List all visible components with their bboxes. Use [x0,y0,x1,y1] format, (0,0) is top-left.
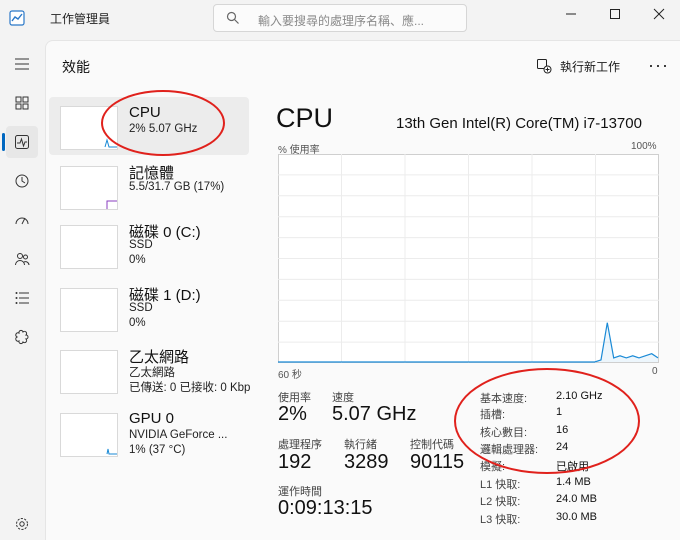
page-title: 效能 [62,59,90,75]
maximize-icon [610,9,620,19]
annotation-ellipse-specs [454,368,640,474]
title-bar: 工作管理員 輸入要搜尋的處理序名稱、應... [0,0,680,36]
detail-title: CPU [276,103,334,133]
hamburger-icon [15,58,29,70]
nav-performance[interactable] [6,126,38,158]
resource-title: 記憶體 [129,165,175,182]
resource-detail: 0% [129,254,146,266]
resource-title: GPU 0 [129,410,175,427]
nav-processes[interactable] [6,87,38,119]
task-manager-icon [9,10,25,26]
maximize-button[interactable] [592,0,638,28]
threads-value: 3289 [344,451,389,473]
processes-value: 192 [278,451,312,473]
search-placeholder: 輸入要搜尋的處理序名稱、應... [258,14,425,28]
nav-menu-button[interactable] [6,48,38,80]
run-new-task-label: 執行新工作 [560,59,621,74]
annotation-ellipse-cpu [101,90,225,156]
nav-users[interactable] [6,243,38,275]
disk1-thumbnail [60,288,118,332]
nav-app-history[interactable] [6,165,38,197]
app-history-icon [15,174,29,188]
graph-y-max: 100% [631,141,657,152]
app-title: 工作管理員 [50,12,111,26]
ethernet-thumbnail [60,350,118,394]
details-icon [15,292,29,304]
graph-time-span: 60 秒 [278,370,302,381]
services-icon [15,330,29,344]
close-icon [653,8,665,20]
spec-value: 24.0 MB [556,493,597,505]
run-new-task-button[interactable]: 執行新工作 [536,56,620,76]
performance-icon [15,135,29,149]
spec-value: 30.0 MB [556,511,597,523]
uptime-value: 0:09:13:15 [278,497,373,519]
settings-icon [16,518,28,530]
speed-value: 5.07 GHz [332,403,417,425]
nav-services[interactable] [6,321,38,353]
more-icon: ··· [648,55,669,75]
resource-detail: 1% (37 °C) [129,444,186,456]
resource-detail: 5.5/31.7 GB (17%) [129,181,225,193]
nav-settings[interactable] [6,508,38,540]
processes-icon [15,96,29,110]
close-button[interactable] [636,0,680,28]
utilization-value: 2% [278,403,307,425]
search-input[interactable]: 輸入要搜尋的處理序名稱、應... [213,4,467,32]
spec-key: L2 快取: [480,496,521,508]
spec-key: L1 快取: [480,479,521,491]
spec-value: 1.4 MB [556,476,591,488]
resource-detail: SSD [129,302,153,314]
nav-details[interactable] [6,282,38,314]
startup-icon [15,217,29,225]
handles-label: 控制代碼 [410,439,454,451]
minimize-icon [566,13,576,15]
resource-detail: NVIDIA GeForce ... [129,429,228,441]
nav-active-indicator [2,133,5,151]
graph-y-min: 0 [652,366,658,377]
users-icon [15,253,30,266]
threads-label: 執行緒 [344,439,377,451]
memory-mini-graph [106,200,117,209]
gpu-thumbnail [60,413,118,457]
cpu-model: 13th Gen Intel(R) Core(TM) i7-13700 [396,115,642,132]
resource-detail: 已傳送: 0 已接收: 0 Kbp [129,382,251,394]
spec-key: L3 快取: [480,514,521,526]
minimize-button[interactable] [548,0,594,28]
cpu-usage-graph [278,154,659,363]
disk0-thumbnail [60,225,118,269]
processes-label: 處理程序 [278,439,322,451]
more-options-button[interactable]: ··· [648,56,669,74]
run-task-icon [537,59,552,74]
resource-detail: SSD [129,239,153,251]
gpu-mini-graph [106,448,117,455]
resource-detail: 0% [129,317,146,329]
search-icon [226,11,239,24]
handles-value: 90115 [410,451,465,473]
nav-startup[interactable] [6,204,38,236]
memory-thumbnail [60,166,118,210]
resource-detail: 乙太網路 [129,367,175,379]
